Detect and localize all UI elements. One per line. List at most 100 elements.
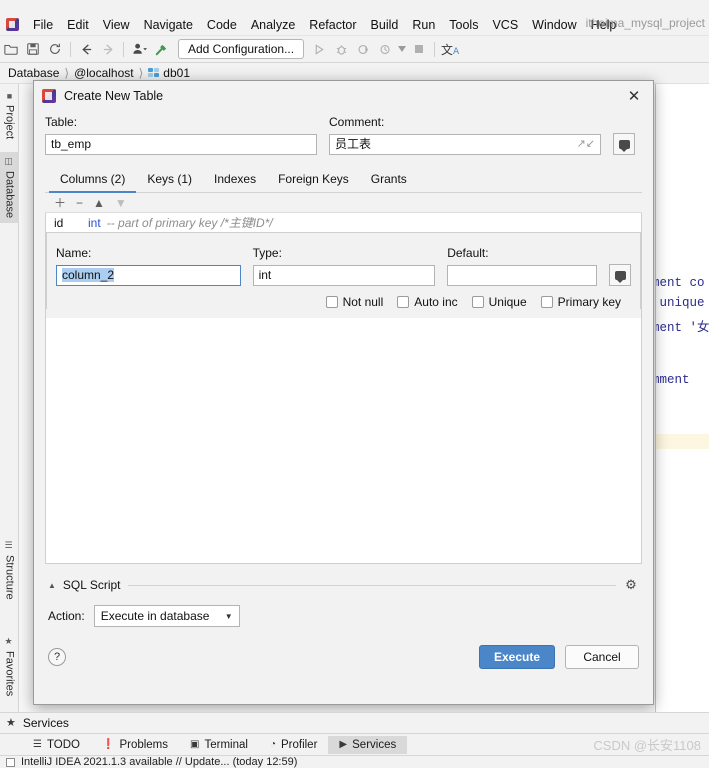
- sync-icon[interactable]: [44, 39, 66, 60]
- tab-foreign-keys[interactable]: Foreign Keys: [267, 168, 360, 193]
- checkbox-auto-inc-label: Auto inc: [414, 295, 458, 309]
- sidebar-item-structure[interactable]: ☰ Structure: [0, 536, 19, 605]
- run-icon: [308, 39, 330, 60]
- services-label: Services: [22, 715, 69, 730]
- menu-bar: File Edit View Navigate Code Analyze Ref…: [0, 14, 709, 36]
- menu-item-window[interactable]: Window: [525, 16, 583, 34]
- structure-icon: ☰: [4, 541, 15, 551]
- back-arrow-icon[interactable]: [75, 39, 97, 60]
- sidebar-item-database[interactable]: ◫ Database: [0, 152, 19, 224]
- tab-profiler[interactable]: ◔ Profiler: [259, 736, 328, 754]
- sidebar-item-project-label: Project: [3, 105, 16, 140]
- toolbar-separator-3: [434, 41, 436, 57]
- column-name-value: column_2: [62, 268, 115, 282]
- tab-todo[interactable]: ☰ TODO: [22, 736, 91, 754]
- code-line-2: unique: [655, 296, 705, 310]
- sidebar-item-favorites[interactable]: ★ Favorites: [0, 632, 19, 701]
- cancel-button[interactable]: Cancel: [565, 645, 639, 669]
- close-icon[interactable]: ✕: [623, 85, 645, 107]
- column-type-input[interactable]: int: [252, 265, 436, 286]
- status-checkbox-icon[interactable]: [6, 757, 15, 767]
- tab-todo-label: TODO: [46, 738, 80, 751]
- sidebar-item-project[interactable]: ■ Project: [0, 86, 19, 144]
- column-flags-row: Not null Auto inc Unique Primary key: [56, 286, 631, 309]
- menu-item-tools[interactable]: Tools: [442, 16, 485, 34]
- menu-item-file[interactable]: File: [26, 16, 60, 34]
- tab-grants[interactable]: Grants: [360, 168, 418, 193]
- breadcrumb-root[interactable]: Database: [8, 66, 59, 80]
- table-field-group: Table: tb_emp: [45, 115, 317, 155]
- menu-item-edit[interactable]: Edit: [60, 16, 96, 34]
- action-select-value: Execute in database: [100, 609, 210, 623]
- tab-keys[interactable]: Keys (1): [136, 168, 203, 193]
- column-comment-icon[interactable]: [609, 264, 632, 286]
- table-comment-value: 员工表: [335, 137, 372, 151]
- checkbox-not-null[interactable]: Not null: [325, 295, 383, 309]
- menu-item-analyze[interactable]: Analyze: [244, 16, 302, 34]
- checkbox-not-null-box[interactable]: [325, 296, 338, 308]
- tab-indexes[interactable]: Indexes: [203, 168, 267, 193]
- column-comment-glyph: [614, 270, 626, 283]
- watermark: CSDN @长安1108: [593, 738, 701, 753]
- breadcrumb-database[interactable]: db01: [163, 66, 190, 80]
- forward-arrow-icon: [97, 39, 119, 60]
- application-icon: [6, 18, 19, 31]
- table-name-input[interactable]: tb_emp: [45, 134, 317, 155]
- main-toolbar: Add Configuration... 文A: [0, 36, 709, 63]
- menu-item-view[interactable]: View: [96, 16, 137, 34]
- table-row[interactable]: id int -- part of primary key /*主键ID*/: [46, 213, 641, 232]
- expand-icon[interactable]: ↗↙: [577, 135, 595, 154]
- minus-icon[interactable]: −: [76, 197, 83, 209]
- menu-item-refactor[interactable]: Refactor: [302, 16, 363, 34]
- column-type: int: [88, 215, 101, 230]
- database-icon: [148, 68, 160, 78]
- debug-icon: [330, 39, 352, 60]
- checkbox-auto-inc[interactable]: Auto inc: [397, 295, 458, 309]
- code-line-1: ment co: [655, 276, 705, 290]
- tab-services[interactable]: ▶ Services: [328, 735, 408, 754]
- services-tool-window-header: ★ Services: [0, 712, 709, 732]
- column-name-input[interactable]: column_2: [56, 265, 241, 286]
- type-field-group: Type: int: [252, 246, 436, 286]
- status-bar-text: IntelliJ IDEA 2021.1.3 available // Upda…: [21, 756, 298, 768]
- profile-icon[interactable]: [128, 39, 150, 60]
- menu-item-run[interactable]: Run: [405, 16, 442, 34]
- sql-script-section-header: ▲ SQL Script ⚙: [45, 577, 642, 593]
- add-configuration-button[interactable]: Add Configuration...: [178, 39, 305, 59]
- sidebar-item-favorites-label: Favorites: [3, 651, 16, 697]
- dialog-button-row: ? Execute Cancel: [45, 645, 642, 669]
- table-comment-input[interactable]: 员工表 ↗↙: [329, 134, 601, 155]
- create-new-table-dialog: Create New Table ✕ Table: tb_emp Comment…: [33, 80, 654, 705]
- code-line-3: ment '女: [655, 321, 709, 335]
- gear-icon[interactable]: ⚙: [623, 577, 639, 593]
- open-folder-icon[interactable]: [0, 39, 22, 60]
- tab-columns[interactable]: Columns (2): [49, 168, 137, 193]
- plus-icon[interactable]: ＋: [54, 197, 66, 209]
- checkbox-primary-key[interactable]: Primary key: [540, 295, 621, 309]
- action-select[interactable]: Execute in database ▼: [93, 605, 240, 627]
- help-button[interactable]: ?: [48, 648, 66, 666]
- checkbox-unique-box[interactable]: [471, 296, 484, 308]
- checkbox-primary-key-label: Primary key: [557, 295, 621, 309]
- menu-item-build[interactable]: Build: [364, 16, 406, 34]
- column-list: id int -- part of primary key /*主键ID*/: [45, 213, 642, 233]
- menu-item-code[interactable]: Code: [200, 16, 244, 34]
- tab-problems[interactable]: ❗ Problems: [91, 736, 179, 754]
- tab-services-label: Services: [352, 738, 397, 751]
- execute-button[interactable]: Execute: [478, 645, 555, 669]
- build-hammer-icon[interactable]: [150, 39, 172, 60]
- move-up-icon[interactable]: ▲: [93, 197, 105, 209]
- translate-icon[interactable]: 文A: [439, 39, 461, 60]
- checkbox-unique[interactable]: Unique: [471, 295, 527, 309]
- comment-icon[interactable]: [613, 133, 635, 155]
- caret-up-icon[interactable]: ▲: [48, 581, 56, 590]
- menu-item-vcs[interactable]: VCS: [485, 16, 525, 34]
- breadcrumb-host[interactable]: @localhost: [74, 66, 134, 80]
- checkbox-auto-inc-box[interactable]: [397, 296, 410, 308]
- save-icon[interactable]: [22, 39, 44, 60]
- menu-item-navigate[interactable]: Navigate: [137, 16, 200, 34]
- toolbar-separator-2: [123, 41, 124, 57]
- column-default-input[interactable]: [447, 265, 598, 286]
- tab-terminal[interactable]: ▣ Terminal: [179, 736, 259, 754]
- checkbox-primary-key-box[interactable]: [540, 296, 553, 308]
